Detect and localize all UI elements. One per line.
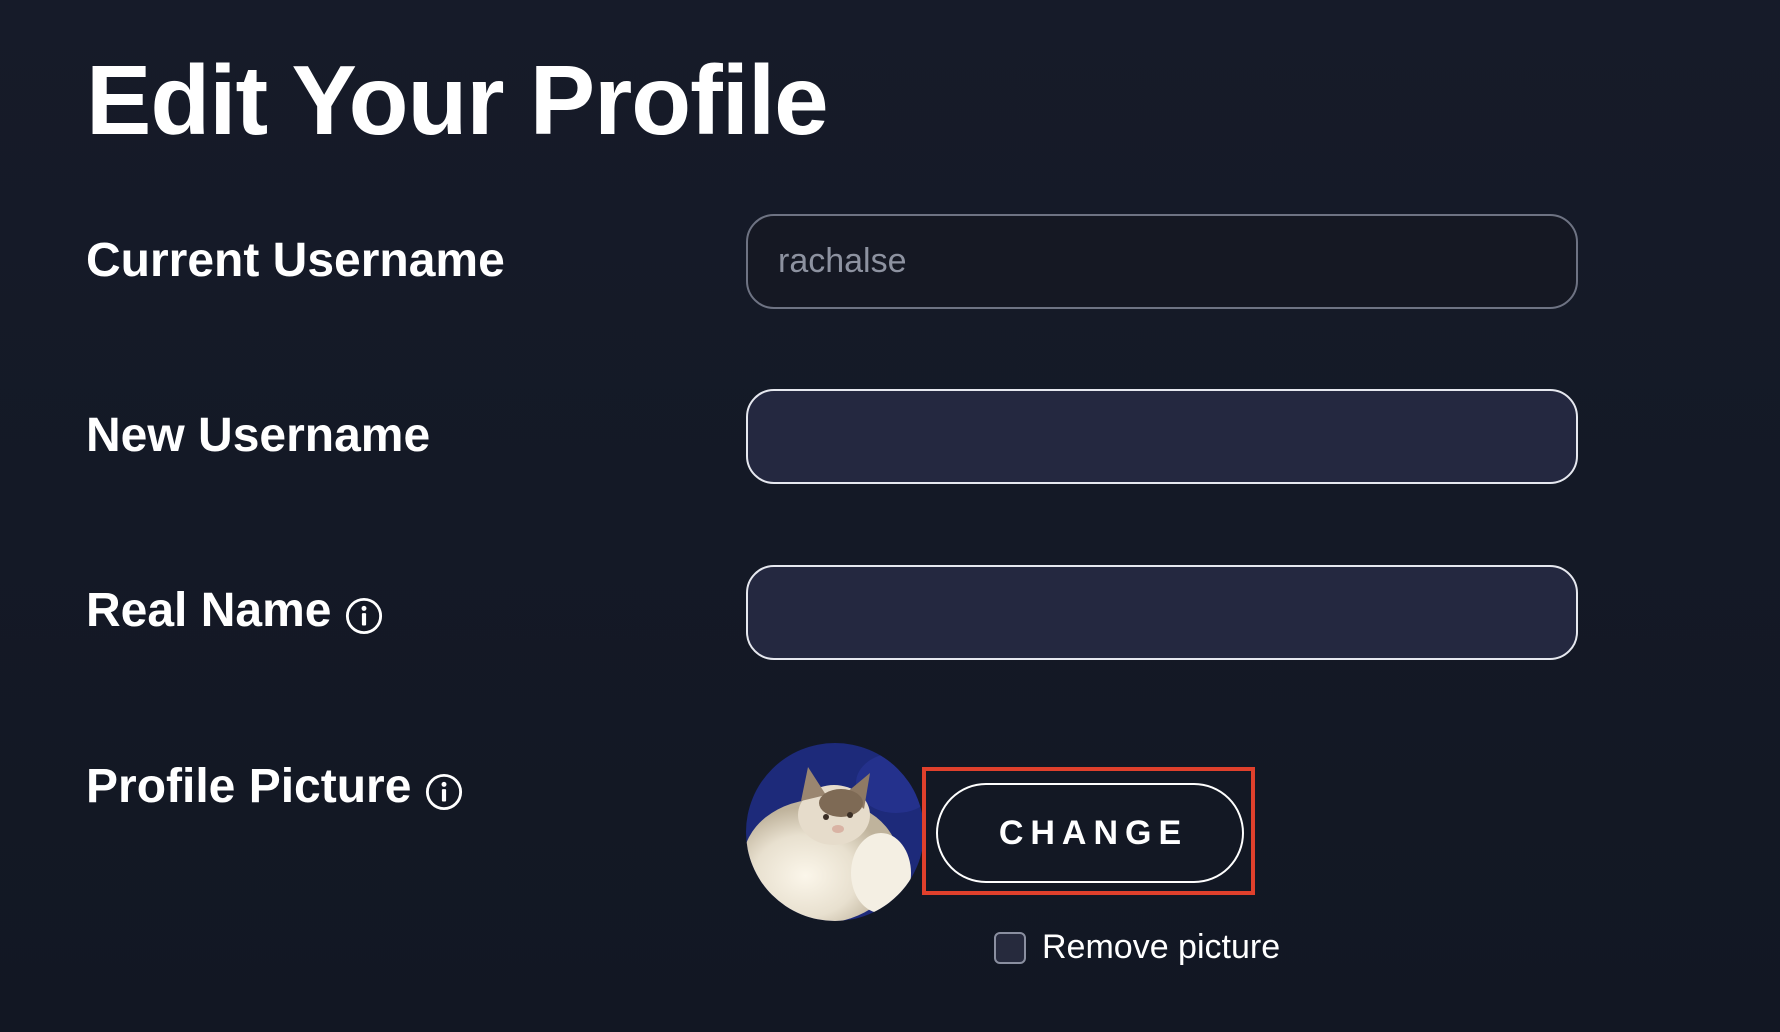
- profile-picture-label: Profile Picture: [86, 759, 463, 815]
- profile-picture-label-text: Profile Picture: [86, 760, 412, 813]
- remove-picture-label[interactable]: Remove picture: [1042, 928, 1280, 967]
- current-username-label: Current Username: [86, 233, 505, 289]
- page-title: Edit Your Profile: [86, 45, 829, 155]
- current-username-field[interactable]: [746, 214, 1578, 309]
- avatar: [746, 743, 924, 921]
- new-username-field[interactable]: [746, 389, 1578, 484]
- new-username-label: New Username: [86, 408, 430, 464]
- remove-picture-row: Remove picture: [994, 928, 1280, 967]
- new-username-label-text: New Username: [86, 409, 431, 462]
- info-icon[interactable]: [345, 597, 383, 635]
- change-picture-button[interactable]: CHANGE: [936, 783, 1244, 883]
- real-name-label: Real Name: [86, 583, 383, 639]
- real-name-field[interactable]: [746, 565, 1578, 660]
- info-icon[interactable]: [425, 773, 463, 811]
- current-username-label-text: Current Username: [86, 234, 505, 287]
- remove-picture-checkbox[interactable]: [994, 931, 1026, 964]
- real-name-label-text: Real Name: [86, 584, 332, 637]
